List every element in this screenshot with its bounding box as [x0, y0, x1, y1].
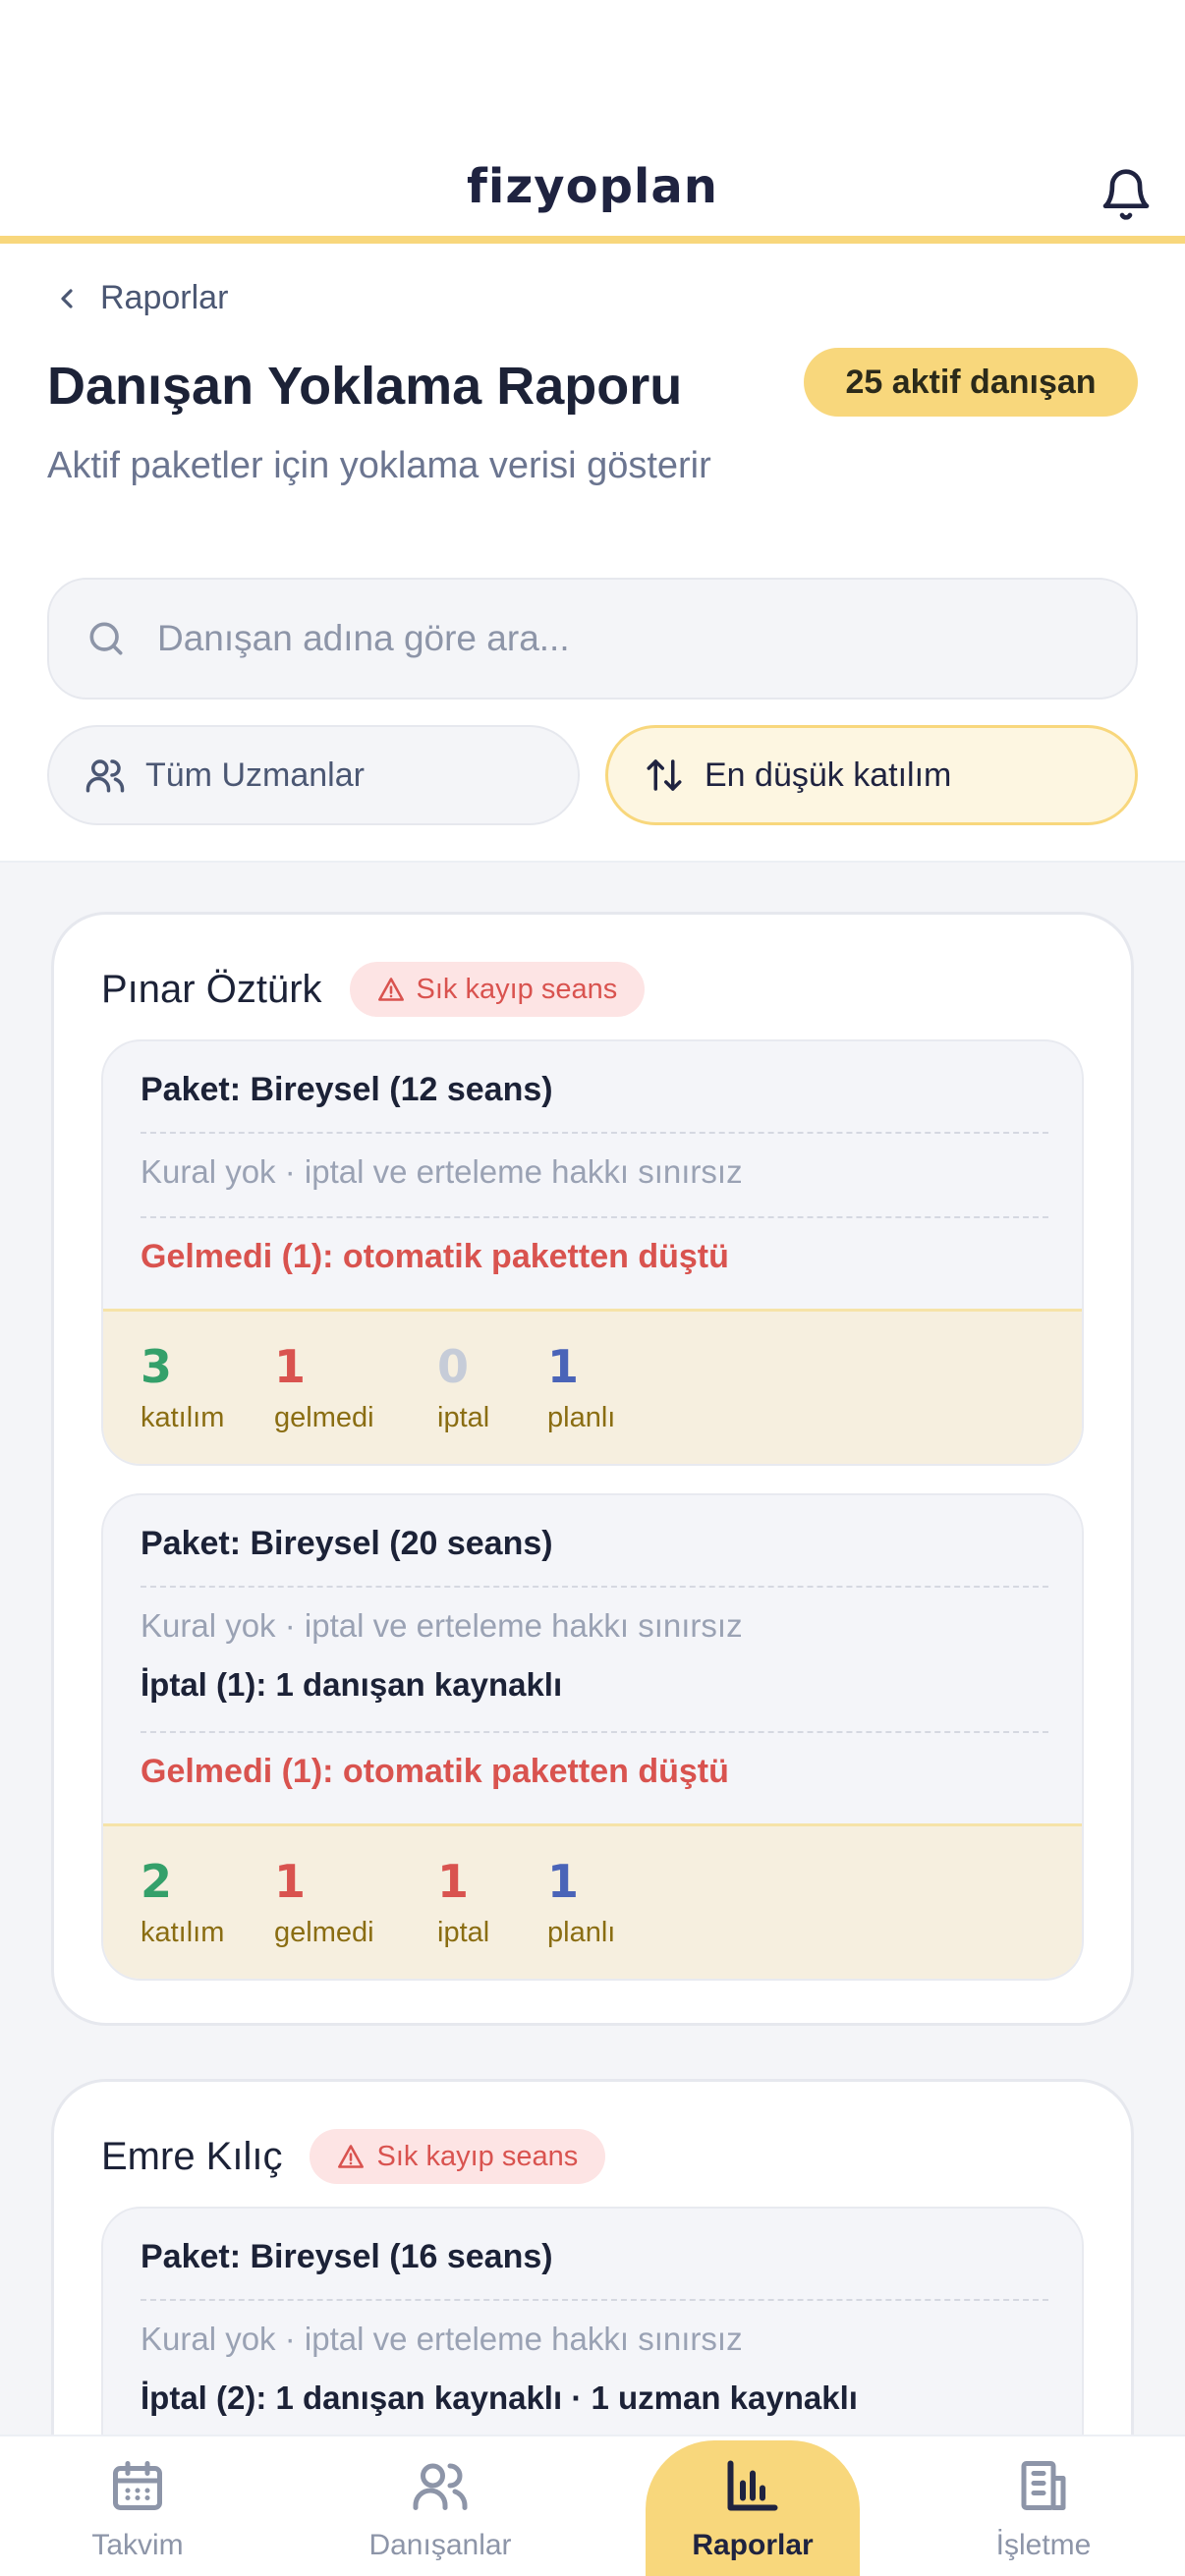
- stat-cancel: 1 iptal: [437, 1856, 489, 1949]
- expert-filter-button[interactable]: Tüm Uzmanlar: [47, 725, 580, 825]
- client-card-header: Emre Kılıç Sık kayıp seans: [101, 2129, 606, 2184]
- expert-filter-label: Tüm Uzmanlar: [145, 756, 365, 794]
- warning-badge-label: Sık kayıp seans: [416, 973, 618, 1005]
- stat-attended: 3 katılım: [141, 1341, 224, 1434]
- nav-danisanlar-label: Danışanlar: [368, 2529, 512, 2561]
- package-stats: 3 katılım 1 gelmedi 0 iptal 1 planlı: [103, 1309, 1082, 1464]
- noshow-note: Gelmedi (1): otomatik paketten düştü: [141, 1753, 729, 1790]
- stat-cancel-label: iptal: [437, 1402, 490, 1433]
- package-panel: Paket: Bireysel (16 seans) Kural yok · i…: [101, 2207, 1084, 2435]
- stat-attended-label: katılım: [141, 1917, 225, 1948]
- alert-triangle-icon: [338, 2145, 365, 2168]
- stat-planned-value: 1: [547, 1340, 580, 1393]
- warning-badge-label: Sık kayıp seans: [376, 2140, 579, 2172]
- sort-button[interactable]: En düşük katılım: [605, 725, 1138, 825]
- divider: [141, 1132, 1048, 1134]
- back-link-label: Raporlar: [100, 279, 229, 316]
- users-icon: [85, 759, 125, 793]
- client-name: Emre Kılıç: [101, 2134, 283, 2178]
- stat-noshow-value: 1: [274, 1340, 307, 1393]
- client-card[interactable]: Emre Kılıç Sık kayıp seans Paket: Bireys…: [51, 2079, 1134, 2435]
- warning-badge: Sık kayıp seans: [349, 962, 646, 1017]
- warning-badge: Sık kayıp seans: [310, 2129, 606, 2184]
- bell-icon[interactable]: [1099, 167, 1154, 222]
- report-header-section: Raporlar Danışan Yoklama Raporu 25 aktif…: [0, 244, 1185, 863]
- stat-planned-value: 1: [547, 1855, 580, 1908]
- page-subtitle: Aktif paketler için yoklama verisi göste…: [47, 445, 711, 486]
- nav-takvim[interactable]: Takvim: [20, 2436, 255, 2576]
- cancel-note: İptal (1): 1 danışan kaynaklı: [141, 1666, 563, 1703]
- back-link[interactable]: Raporlar: [51, 279, 228, 317]
- client-card[interactable]: Pınar Öztürk Sık kayıp seans Paket: Bire…: [51, 912, 1134, 2026]
- stat-cancel: 0 iptal: [437, 1341, 489, 1434]
- package-panel: Paket: Bireysel (20 seans) Kural yok · i…: [101, 1493, 1084, 1981]
- stat-planned: 1 planlı: [547, 1856, 615, 1949]
- stat-noshow-label: gelmedi: [274, 1402, 374, 1433]
- noshow-note: Gelmedi (1): otomatik paketten düştü: [141, 1238, 729, 1275]
- divider: [141, 1586, 1048, 1588]
- stat-noshow: 1 gelmedi: [274, 1856, 374, 1949]
- stat-planned: 1 planlı: [547, 1341, 615, 1434]
- sort-arrows-icon: [647, 759, 682, 791]
- stat-noshow-label: gelmedi: [274, 1917, 374, 1948]
- nav-danisanlar[interactable]: Danışanlar: [322, 2436, 558, 2576]
- package-title: Paket: Bireysel (12 seans): [141, 1071, 553, 1108]
- active-clients-badge: 25 aktif danışan: [804, 348, 1138, 417]
- stat-noshow: 1 gelmedi: [274, 1341, 374, 1434]
- nav-raporlar-label: Raporlar: [692, 2529, 814, 2561]
- stat-attended: 2 katılım: [141, 1856, 224, 1949]
- search-icon: [89, 622, 123, 655]
- client-list: Pınar Öztürk Sık kayıp seans Paket: Bire…: [0, 863, 1185, 2435]
- divider: [141, 1216, 1048, 1218]
- bottom-nav: Takvim Danışanlar Raporlar İşletme: [0, 2435, 1185, 2576]
- calendar-icon: [113, 2461, 162, 2510]
- package-title: Paket: Bireysel (16 seans): [141, 2238, 553, 2275]
- client-card-header: Pınar Öztürk Sık kayıp seans: [101, 962, 646, 1017]
- stat-attended-value: 2: [141, 1855, 173, 1908]
- search-box[interactable]: [47, 578, 1138, 700]
- nav-takvim-label: Takvim: [91, 2529, 184, 2561]
- nav-raporlar[interactable]: Raporlar: [646, 2440, 860, 2576]
- stat-cancel-value: 0: [437, 1340, 470, 1393]
- page-title: Danışan Yoklama Raporu: [47, 357, 683, 416]
- alert-triangle-icon: [377, 978, 404, 1001]
- stat-planned-label: planlı: [547, 1917, 616, 1948]
- stat-attended-value: 3: [141, 1340, 173, 1393]
- app-logo: fizyoplan: [467, 159, 718, 214]
- nav-isletme[interactable]: İşletme: [926, 2436, 1161, 2576]
- sort-label: En düşük katılım: [705, 756, 952, 794]
- package-rule: Kural yok · iptal ve erteleme hakkı sını…: [141, 2321, 743, 2357]
- package-panel: Paket: Bireysel (12 seans) Kural yok · i…: [101, 1039, 1084, 1466]
- package-rule: Kural yok · iptal ve erteleme hakkı sını…: [141, 1153, 743, 1190]
- divider: [141, 2299, 1048, 2301]
- chevron-left-icon: [61, 288, 73, 308]
- package-title: Paket: Bireysel (20 seans): [141, 1525, 553, 1562]
- stat-noshow-value: 1: [274, 1855, 307, 1908]
- cancel-note: İptal (2): 1 danışan kaynaklı · 1 uzman …: [141, 2380, 858, 2416]
- client-name: Pınar Öztürk: [101, 967, 322, 1011]
- stat-attended-label: katılım: [141, 1402, 225, 1433]
- package-stats: 2 katılım 1 gelmedi 1 iptal 1 planlı: [103, 1823, 1082, 1979]
- stat-planned-label: planlı: [547, 1402, 616, 1433]
- app-header: fizyoplan: [0, 0, 1185, 244]
- stat-cancel-value: 1: [437, 1855, 470, 1908]
- users-icon: [413, 2463, 468, 2510]
- search-input[interactable]: [157, 618, 1042, 659]
- nav-isletme-label: İşletme: [995, 2529, 1092, 2561]
- bar-chart-icon: [727, 2460, 778, 2511]
- divider: [141, 1731, 1048, 1733]
- package-rule: Kural yok · iptal ve erteleme hakkı sını…: [141, 1607, 743, 1644]
- header-divider: [0, 236, 1185, 244]
- stat-cancel-label: iptal: [437, 1917, 490, 1948]
- building-icon: [1021, 2461, 1066, 2510]
